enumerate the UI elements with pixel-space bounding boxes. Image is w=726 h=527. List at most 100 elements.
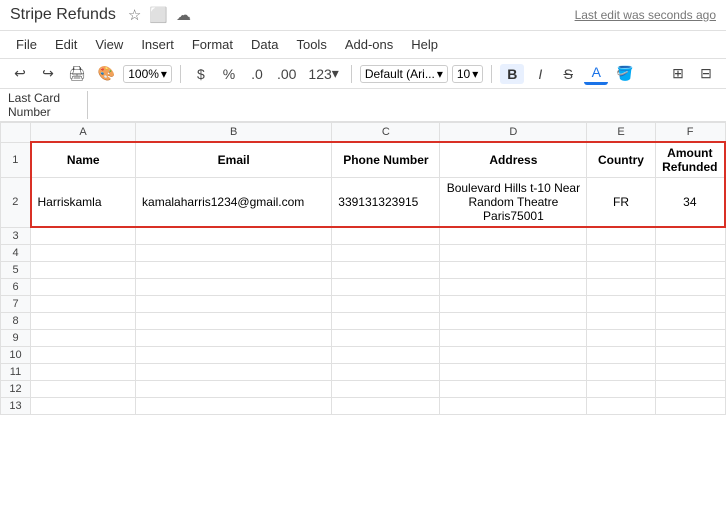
cell-reference[interactable]: Last Card Number: [8, 91, 88, 119]
cell-d2[interactable]: Boulevard Hills t-10 Near Random Theatre…: [440, 178, 587, 228]
fs-dropdown-icon: ▾: [472, 67, 478, 81]
merge-btn[interactable]: ⊟: [694, 63, 718, 84]
formula-bar: Last Card Number: [0, 89, 726, 122]
font-value: Default (Ari...: [365, 67, 435, 81]
currency-btn[interactable]: $: [189, 64, 213, 84]
menu-edit[interactable]: Edit: [47, 33, 85, 56]
decimal-decrease-btn[interactable]: .0: [245, 64, 269, 84]
cell-a3[interactable]: [31, 227, 136, 244]
cell-b2[interactable]: kamalaharris1234@gmail.com: [136, 178, 332, 228]
zoom-select[interactable]: 100% ▾: [123, 65, 172, 83]
decimal-increase-btn[interactable]: .00: [273, 64, 300, 84]
cell-c3[interactable]: [332, 227, 440, 244]
zoom-dropdown-icon: ▾: [161, 67, 167, 81]
cell-e2[interactable]: FR: [587, 178, 655, 228]
menu-data[interactable]: Data: [243, 33, 286, 56]
table-row: 2 Harriskamla kamalaharris1234@gmail.com…: [1, 178, 726, 228]
col-header-d[interactable]: D: [440, 123, 587, 143]
separator-1: [180, 65, 181, 83]
row-num-1: 1: [1, 142, 31, 178]
cell-a2[interactable]: Harriskamla: [31, 178, 136, 228]
font-size-select[interactable]: 10 ▾: [452, 65, 483, 83]
last-edit-label: Last edit was seconds ago: [575, 8, 716, 22]
table-row: 8: [1, 312, 726, 329]
table-row: 13: [1, 397, 726, 414]
cell-f1[interactable]: Amount Refunded: [655, 142, 725, 178]
toolbar-right: ⊞ ⊟: [666, 63, 718, 84]
row-num-9: 9: [1, 329, 31, 346]
cell-f3[interactable]: [655, 227, 725, 244]
menu-file[interactable]: File: [8, 33, 45, 56]
title-bar: Stripe Refunds ☆ ⬜ ☁ Last edit was secon…: [0, 0, 726, 31]
table-row: 10: [1, 346, 726, 363]
table-row: 11: [1, 363, 726, 380]
font-size-value: 10: [457, 67, 470, 81]
table-row: 6: [1, 278, 726, 295]
undo-btn[interactable]: ↩: [8, 63, 32, 84]
col-header-f[interactable]: F: [655, 123, 725, 143]
separator-3: [491, 65, 492, 83]
table-row: 5: [1, 261, 726, 278]
font-dropdown-icon: ▾: [437, 67, 443, 81]
font-select[interactable]: Default (Ari... ▾: [360, 65, 448, 83]
row-num-11: 11: [1, 363, 31, 380]
cell-d1[interactable]: Address: [440, 142, 587, 178]
menu-insert[interactable]: Insert: [133, 33, 182, 56]
percent-btn[interactable]: %: [217, 64, 241, 84]
strikethrough-btn[interactable]: S: [556, 64, 580, 84]
menu-tools[interactable]: Tools: [288, 33, 334, 56]
menu-view[interactable]: View: [87, 33, 131, 56]
cell-d3[interactable]: [440, 227, 587, 244]
column-header-row: A B C D E F: [1, 123, 726, 143]
col-header-a[interactable]: A: [31, 123, 136, 143]
table-row: 7: [1, 295, 726, 312]
spreadsheet: A B C D E F 1 Name Email Phone Number Ad…: [0, 122, 726, 527]
redo-btn[interactable]: ↪: [36, 63, 60, 84]
print-btn[interactable]: 🖨: [64, 63, 90, 84]
col-header-e[interactable]: E: [587, 123, 655, 143]
col-header-b[interactable]: B: [136, 123, 332, 143]
italic-btn[interactable]: I: [528, 64, 552, 84]
col-header-c[interactable]: C: [332, 123, 440, 143]
table-row: 12: [1, 380, 726, 397]
table-row: 3: [1, 227, 726, 244]
row-num-5: 5: [1, 261, 31, 278]
number-format-btn[interactable]: 123▾: [304, 63, 342, 84]
table-row: 4: [1, 244, 726, 261]
cell-a1[interactable]: Name: [31, 142, 136, 178]
cell-c2[interactable]: 339131323915: [332, 178, 440, 228]
col-header-rownum: [1, 123, 31, 143]
menu-bar: File Edit View Insert Format Data Tools …: [0, 31, 726, 59]
nf-dropdown-icon: ▾: [332, 65, 339, 82]
row-num-12: 12: [1, 380, 31, 397]
paint-format-btn[interactable]: 🎨: [94, 63, 119, 84]
separator-2: [351, 65, 352, 83]
cell-e1[interactable]: Country: [587, 142, 655, 178]
spreadsheet-table: A B C D E F 1 Name Email Phone Number Ad…: [0, 122, 726, 415]
cell-e3[interactable]: [587, 227, 655, 244]
menu-help[interactable]: Help: [403, 33, 446, 56]
cell-f2[interactable]: 34: [655, 178, 725, 228]
menu-addons[interactable]: Add-ons: [337, 33, 401, 56]
row-num-3: 3: [1, 227, 31, 244]
bold-btn[interactable]: B: [500, 64, 524, 84]
cell-b3[interactable]: [136, 227, 332, 244]
row-num-2: 2: [1, 178, 31, 228]
app-title: Stripe Refunds: [10, 6, 116, 24]
star-icon[interactable]: ☆: [128, 6, 141, 24]
menu-format[interactable]: Format: [184, 33, 241, 56]
row-num-8: 8: [1, 312, 31, 329]
row-num-4: 4: [1, 244, 31, 261]
row-num-13: 13: [1, 397, 31, 414]
table-row: 9: [1, 329, 726, 346]
cloud-icon[interactable]: ☁: [176, 6, 191, 24]
table-row: 1 Name Email Phone Number Address Countr…: [1, 142, 726, 178]
toolbar: ↩ ↪ 🖨 🎨 100% ▾ $ % .0 .00 123▾ Default (…: [0, 59, 726, 89]
cell-b1[interactable]: Email: [136, 142, 332, 178]
fill-color-btn[interactable]: 🪣: [612, 63, 637, 84]
borders-btn[interactable]: ⊞: [666, 63, 690, 84]
history-icon[interactable]: ⬜: [149, 6, 168, 24]
text-color-btn[interactable]: A: [584, 62, 608, 85]
cell-c1[interactable]: Phone Number: [332, 142, 440, 178]
zoom-value: 100%: [128, 67, 159, 81]
